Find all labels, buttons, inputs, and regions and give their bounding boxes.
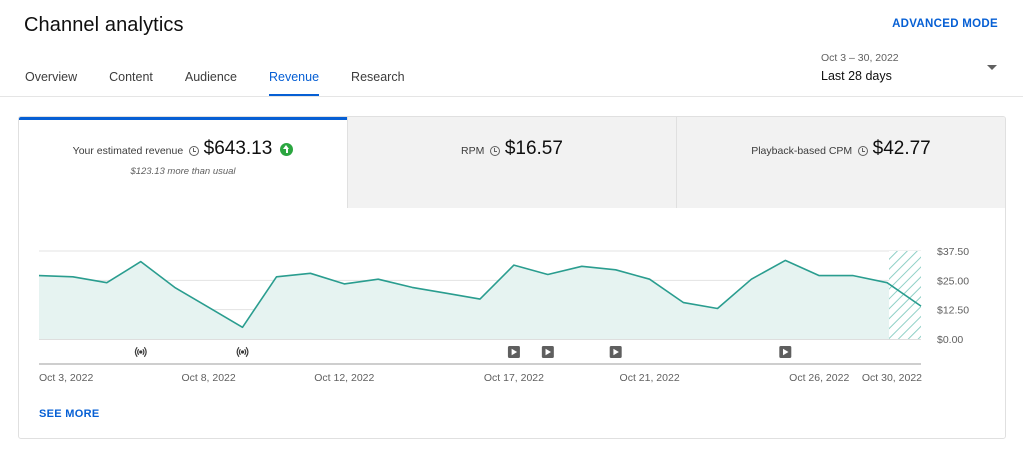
video-upload-icon[interactable] [609, 346, 622, 358]
live-stream-icon[interactable] [236, 346, 249, 358]
video-upload-icon[interactable] [507, 346, 520, 358]
metric-label: Your estimated revenue [72, 145, 184, 157]
video-upload-icon[interactable] [779, 346, 792, 358]
video-upload-icon[interactable] [541, 346, 554, 358]
clock-icon [490, 146, 501, 156]
x-tick-label: Oct 12, 2022 [314, 372, 374, 384]
y-tick-label: $25.00 [937, 275, 969, 287]
advanced-mode-link[interactable]: ADVANCED MODE [892, 18, 998, 30]
x-tick-label: Oct 3, 2022 [39, 372, 93, 384]
x-tick-label: Oct 17, 2022 [484, 372, 544, 384]
trend-up-icon [280, 142, 294, 156]
metric-label: Playback-based CPM [751, 145, 853, 157]
x-tick-label: Oct 30, 2022 [862, 372, 922, 384]
tab-bar: Overview Content Audience Revenue Resear… [0, 60, 405, 97]
revenue-chart: $37.50 $25.00 $12.50 $0.00 Oct 3, 2022 Oct 8,… [38, 246, 969, 384]
tab-audience[interactable]: Audience [185, 60, 237, 97]
metric-rpm[interactable]: RPM $16.57 [347, 117, 676, 208]
metric-estimated-revenue[interactable]: Your estimated revenue $643.13 $123.13 m… [19, 117, 347, 208]
x-tick-label: Oct 21, 2022 [620, 372, 680, 384]
tab-overview[interactable]: Overview [25, 60, 77, 97]
see-more-link[interactable]: SEE MORE [39, 408, 99, 420]
metric-label: RPM [461, 145, 485, 157]
y-tick-label: $0.00 [937, 334, 963, 346]
x-tick-label: Oct 26, 2022 [789, 372, 849, 384]
y-tick-label: $37.50 [937, 246, 969, 258]
tab-divider [0, 96, 1023, 97]
clock-icon [858, 146, 869, 156]
x-tick-label: Oct 8, 2022 [181, 372, 235, 384]
tab-revenue[interactable]: Revenue [269, 60, 320, 97]
metric-value: $643.13 [203, 138, 273, 159]
date-range-selector[interactable]: Oct 3 – 30, 2022 Last 28 days [821, 52, 1001, 88]
metric-value: $42.77 [872, 138, 931, 159]
tab-research[interactable]: Research [351, 60, 405, 97]
tab-content[interactable]: Content [109, 60, 153, 97]
clock-icon [189, 146, 200, 156]
metric-note: $123.13 more than usual [130, 166, 236, 177]
page-title: Channel analytics [24, 14, 184, 36]
metric-value: $16.57 [504, 138, 563, 159]
date-range-label: Last 28 days [821, 69, 892, 83]
metric-playback-cpm[interactable]: Playback-based CPM $42.77 [676, 117, 1005, 208]
revenue-card: Your estimated revenue $643.13 $123.13 m… [18, 116, 1006, 439]
date-range-dates: Oct 3 – 30, 2022 [821, 52, 899, 64]
live-stream-icon[interactable] [134, 346, 147, 358]
y-tick-label: $12.50 [937, 305, 969, 317]
dropdown-arrow-icon [987, 65, 997, 70]
metric-tabs: Your estimated revenue $643.13 $123.13 m… [19, 117, 1005, 208]
